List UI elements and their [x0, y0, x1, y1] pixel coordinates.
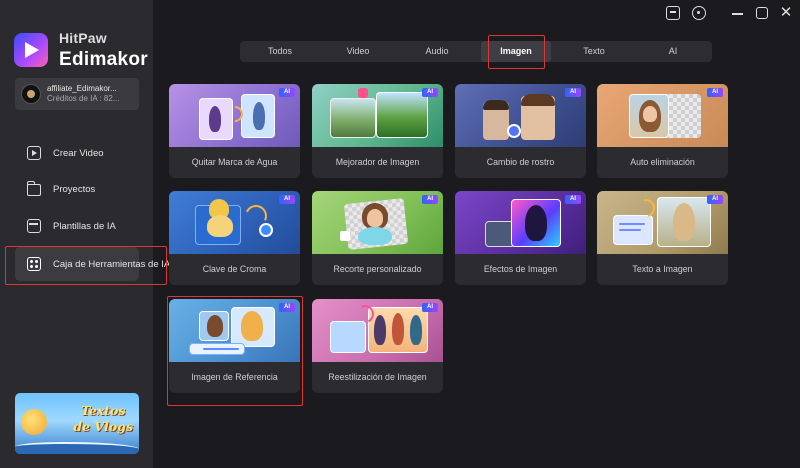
- ai-badge: AI: [422, 303, 438, 312]
- video-icon: [27, 146, 41, 160]
- tool-card-image-restyle[interactable]: AI Reestilización de Imagen: [312, 299, 443, 393]
- folder-icon: [26, 181, 41, 196]
- edimakor-logo-icon: [14, 33, 48, 67]
- tool-label: Texto a Imagen: [597, 254, 728, 285]
- app-brand: HitPaw Edimakor: [14, 31, 148, 69]
- settings-icon[interactable]: [692, 6, 706, 20]
- tool-thumbnail: AI: [597, 84, 728, 147]
- ai-badge: AI: [279, 88, 295, 97]
- sidebar: HitPaw Edimakor affiliate_Edimakor... Cr…: [0, 0, 170, 468]
- tool-card-custom-cutout[interactable]: AI Recorte personalizado: [312, 191, 443, 285]
- sidebar-item-plantillas[interactable]: Plantillas de IA: [15, 209, 139, 243]
- ai-badge: AI: [279, 303, 295, 312]
- tool-label: Quitar Marca de Agua: [169, 147, 300, 178]
- tool-label: Efectos de Imagen: [455, 254, 586, 285]
- ai-badge: AI: [565, 88, 581, 97]
- sidebar-item-label: Caja de Herramientas de IA: [53, 258, 171, 270]
- tool-thumbnail: AI: [455, 191, 586, 254]
- tool-card-text-to-image[interactable]: AI Texto a Imagen: [597, 191, 728, 285]
- sidebar-item-crear-video[interactable]: Crear Video: [15, 136, 139, 170]
- tool-card-chroma-key[interactable]: AI Clave de Croma: [169, 191, 300, 285]
- tool-label: Clave de Croma: [169, 254, 300, 285]
- sun-icon: [21, 409, 47, 435]
- tool-card-image-enhancer[interactable]: AI Mejorador de Imagen: [312, 84, 443, 178]
- ai-badge: AI: [422, 195, 438, 204]
- brand-top-text: HitPaw: [59, 30, 107, 46]
- ai-badge: AI: [707, 88, 723, 97]
- category-tabs: Todos Video Audio Imagen Texto AI: [240, 41, 712, 62]
- account-name: affiliate_Edimakor...: [47, 84, 117, 94]
- templates-icon: [27, 219, 41, 233]
- feedback-icon[interactable]: [666, 6, 680, 20]
- tool-label: Imagen de Referencia: [169, 362, 300, 393]
- close-icon[interactable]: ✕: [779, 5, 793, 20]
- tool-label: Recorte personalizado: [312, 254, 443, 285]
- account-panel[interactable]: affiliate_Edimakor... Créditos de IA : 8…: [15, 78, 139, 110]
- tool-card-reference-image[interactable]: AI Imagen de Referencia: [169, 299, 300, 393]
- tab-ai[interactable]: AI: [638, 41, 708, 62]
- ai-badge: AI: [565, 195, 581, 204]
- wave-decoration: [15, 442, 139, 454]
- tool-thumbnail: AI: [312, 299, 443, 362]
- sidebar-item-proyectos[interactable]: Proyectos: [15, 172, 139, 206]
- tool-thumbnail: AI: [455, 84, 586, 147]
- ai-credits: Créditos de IA : 82...: [47, 94, 120, 103]
- tool-label: Auto eliminación: [597, 147, 728, 178]
- tool-label: Mejorador de Imagen: [312, 147, 443, 178]
- promo-line-2: de Vlogs: [73, 418, 133, 434]
- tool-label: Reestilización de Imagen: [312, 362, 443, 393]
- promo-title: Textos de Vlogs: [73, 403, 133, 434]
- tool-thumbnail: AI: [597, 191, 728, 254]
- ai-badge: AI: [279, 195, 295, 204]
- toolbox-icon: [27, 257, 41, 271]
- tool-thumbnail: AI: [169, 84, 300, 147]
- tab-todos[interactable]: Todos: [245, 41, 315, 62]
- tab-imagen[interactable]: Imagen: [481, 41, 551, 62]
- brand-main-text: Edimakor: [59, 49, 148, 70]
- ai-badge: AI: [707, 195, 723, 204]
- ai-badge: AI: [422, 88, 438, 97]
- minimize-icon[interactable]: [731, 6, 745, 20]
- tool-card-watermark-remover[interactable]: AI Quitar Marca de Agua: [169, 84, 300, 178]
- tool-thumbnail: AI: [169, 191, 300, 254]
- tool-card-face-swap[interactable]: AI Cambio de rostro: [455, 84, 586, 178]
- tool-thumbnail: AI: [169, 299, 300, 362]
- tool-card-image-effects[interactable]: AI Efectos de Imagen: [455, 191, 586, 285]
- maximize-icon[interactable]: [755, 6, 769, 20]
- tool-card-auto-remove[interactable]: AI Auto eliminación: [597, 84, 728, 178]
- tab-audio[interactable]: Audio: [402, 41, 472, 62]
- promo-line-1: Textos: [80, 403, 126, 418]
- sidebar-item-label: Crear Video: [53, 147, 104, 159]
- tab-texto[interactable]: Texto: [559, 41, 629, 62]
- tool-label: Cambio de rostro: [455, 147, 586, 178]
- sidebar-item-toolbox[interactable]: Caja de Herramientas de IA: [15, 247, 170, 281]
- sidebar-item-label: Plantillas de IA: [53, 220, 116, 232]
- sidebar-item-label: Proyectos: [53, 183, 96, 195]
- tool-thumbnail: AI: [312, 191, 443, 254]
- tab-video[interactable]: Video: [323, 41, 393, 62]
- promo-banner[interactable]: Textos de Vlogs: [15, 393, 139, 454]
- avatar: [21, 84, 41, 104]
- tool-thumbnail: AI: [312, 84, 443, 147]
